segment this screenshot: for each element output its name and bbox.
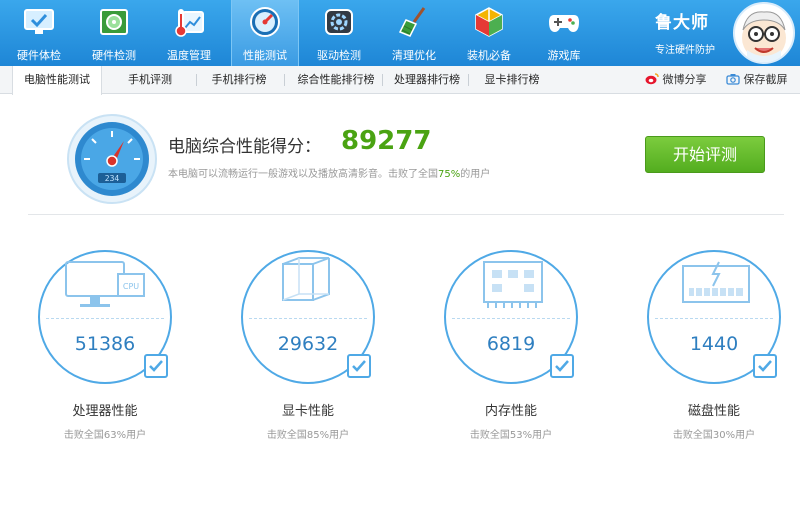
performance-gauge-icon: 234 [67,114,157,204]
nav-item-driver-detect[interactable]: 驱动检测 [306,0,372,66]
nav-label: 温度管理 [167,49,211,62]
graphics-cube-icon [282,257,330,301]
gpu-card-subtitle: 击败全国85%用户 [266,430,350,441]
disk-performance-card[interactable]: 1440 磁盘性能 击败全国30%用户 [647,250,787,450]
checkbox-checked-icon[interactable] [347,354,371,378]
gpu-score: 29632 [277,333,339,355]
tab-phone-ranking[interactable]: 手机排行榜 [200,66,278,94]
start-benchmark-button[interactable]: 开始评测 [645,136,765,173]
score-title: 电脑综合性能得分： [168,137,321,157]
tab-overall-ranking[interactable]: 综合性能排行榜 [287,66,385,94]
memory-chip-icon [483,261,543,308]
top-toolbar: 硬件体检 硬件检测 温度管理 性能测试 驱动检测 清理优化 装机必备 游戏库 鲁… [0,0,800,66]
weibo-share-label: 微博分享 [662,73,707,86]
checkbox-checked-icon[interactable] [753,354,777,378]
cpu-card-title: 处理器性能 [72,404,138,419]
score-description: 本电脑可以流畅运行一般游戏以及播放高清影音。击败了全国75%的用户 [168,165,490,180]
gauge-reading: 234 [105,174,120,183]
hard-disk-icon [682,261,750,303]
thermometer-icon [175,9,204,37]
nav-item-hardware-detect[interactable]: 硬件检测 [81,0,147,66]
package-box-icon [475,7,503,37]
tab-gpu-ranking[interactable]: 显卡排行榜 [471,66,553,94]
broom-icon [398,7,426,37]
camera-icon [726,74,740,85]
brand-name: 鲁大师 [655,13,709,33]
weibo-icon [645,73,659,85]
nav-item-performance-test[interactable]: 性能测试 [231,0,299,66]
tab-separator [468,74,469,86]
nav-label: 清理优化 [392,49,436,62]
cpu-performance-card[interactable]: CPU 51386 处理器性能 击败全国63%用户 [38,250,178,450]
memory-card-title: 内存性能 [484,404,537,419]
tab-separator [196,74,197,86]
nav-label: 硬件检测 [92,49,136,62]
nav-label: 游戏库 [547,49,581,62]
mascot-face-icon [742,11,786,62]
gamepad-icon [549,15,579,32]
cpu-score: 51386 [74,333,136,355]
overall-score: 89277 [341,126,432,156]
checkbox-checked-icon[interactable] [144,354,168,378]
disk-card-title: 磁盘性能 [687,404,740,419]
nav-label: 硬件体检 [17,49,61,62]
nav-item-hardware-checkup[interactable]: 硬件体检 [6,0,72,66]
nav-label: 性能测试 [243,49,287,62]
memory-score: 6819 [486,333,536,355]
ring-divider [452,318,570,319]
ring-divider [655,318,773,319]
cpu-monitor-icon: CPU [65,261,145,307]
cpu-card-subtitle: 击败全国63%用户 [63,430,147,441]
memory-performance-card[interactable]: 6819 内存性能 击败全国53%用户 [444,250,584,450]
nav-item-temperature[interactable]: 温度管理 [156,0,222,66]
disk-card-subtitle: 击败全国30%用户 [672,430,756,441]
section-divider [28,214,784,215]
speedometer-icon [250,7,280,37]
ring-divider [46,318,164,319]
score-desc-percent: 75% [438,169,461,180]
monitor-check-icon [24,9,54,34]
nav-item-essentials[interactable]: 装机必备 [456,0,522,66]
weibo-share-button[interactable]: 微博分享 [645,66,707,94]
mascot-avatar [733,2,795,64]
gpu-card-title: 显卡性能 [281,404,334,419]
tab-separator [382,74,383,86]
nav-item-cleanup[interactable]: 清理优化 [381,0,447,66]
circuit-board-icon [100,9,128,35]
score-desc-suffix: 的用户 [460,169,491,180]
nav-label: 驱动检测 [317,49,361,62]
tab-pc-performance-test[interactable]: 电脑性能测试 [12,66,102,95]
save-screenshot-label: 保存截屏 [743,73,788,86]
driver-gear-icon [325,9,353,35]
tab-separator [284,74,285,86]
save-screenshot-button[interactable]: 保存截屏 [726,66,788,94]
nav-label: 装机必备 [467,49,511,62]
score-desc-prefix: 本电脑可以流畅运行一般游戏以及播放高清影音。击败了全国 [168,169,438,180]
nav-item-game-library[interactable]: 游戏库 [531,0,597,66]
ring-divider [249,318,367,319]
brand-slogan: 专注硬件防护 [655,45,715,56]
brand: 鲁大师 专注硬件防护 [655,8,715,56]
gpu-performance-card[interactable]: 29632 显卡性能 击败全国85%用户 [241,250,381,450]
tab-cpu-ranking[interactable]: 处理器排行榜 [385,66,469,94]
svg-text:CPU: CPU [123,282,139,291]
memory-card-subtitle: 击败全国53%用户 [469,430,553,441]
sub-tab-bar: 电脑性能测试 手机评测 手机排行榜 综合性能排行榜 处理器排行榜 显卡排行榜 微… [0,66,800,95]
checkbox-checked-icon[interactable] [550,354,574,378]
disk-score: 1440 [689,333,739,355]
tab-phone-review[interactable]: 手机评测 [110,66,190,94]
